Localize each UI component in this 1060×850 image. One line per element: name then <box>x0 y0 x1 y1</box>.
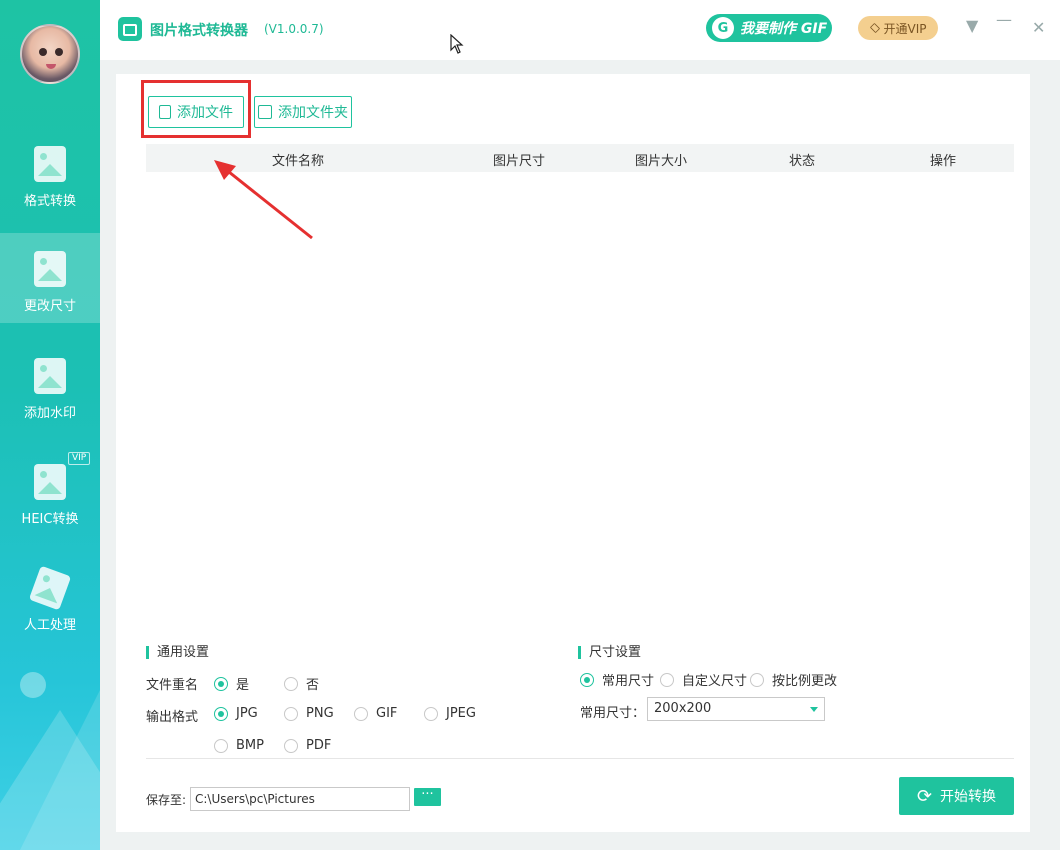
refresh-icon: ⟳ <box>916 785 933 807</box>
app-title: 图片格式转换器 <box>150 23 248 39</box>
format-png-radio[interactable]: PNG <box>284 706 334 721</box>
add-folder-icon <box>258 105 272 119</box>
make-gif-label: 我要制作 GIF <box>740 21 828 37</box>
size-custom-radio[interactable]: 自定义尺寸 <box>660 670 747 689</box>
app-logo-icon <box>118 17 142 41</box>
sidebar-item-label: HEIC转换 <box>21 512 79 527</box>
mouse-cursor-icon <box>450 34 464 54</box>
image-icon <box>34 358 66 394</box>
image-sparkle-icon <box>28 565 72 611</box>
start-convert-button[interactable]: ⟳ 开始转换 <box>899 777 1014 815</box>
avatar-eye <box>39 48 47 56</box>
radio-label: GIF <box>376 706 398 721</box>
save-path-input[interactable] <box>190 787 410 811</box>
sidebar-item-label: 添加水印 <box>23 406 76 421</box>
radio-dot <box>284 706 298 721</box>
column-header-dimensions: 图片尺寸 <box>493 154 546 169</box>
chevron-down-icon <box>810 707 818 712</box>
radio-dot <box>214 676 228 691</box>
radio-label: BMP <box>236 738 264 753</box>
common-size-select[interactable]: 200x200 <box>647 697 825 721</box>
avatar[interactable] <box>20 24 80 84</box>
column-header-actions: 操作 <box>930 154 957 169</box>
sidebar-item-format-convert[interactable]: 格式转换 <box>0 128 100 218</box>
app-version: (V1.0.0.7) <box>264 22 324 36</box>
avatar-eye <box>55 48 63 56</box>
column-header-status: 状态 <box>789 154 816 169</box>
menu-dropdown-icon[interactable]: ▼ <box>966 16 978 35</box>
format-jpg-radio[interactable]: JPG <box>214 706 258 721</box>
image-icon <box>34 251 66 287</box>
open-vip-label: 开通VIP <box>883 21 927 36</box>
common-size-value: 200x200 <box>654 701 712 716</box>
general-settings-title: 通用设置 <box>146 646 209 659</box>
radio-dot <box>214 706 228 721</box>
rename-no-radio[interactable]: 否 <box>284 674 319 693</box>
column-header-filesize: 图片大小 <box>635 154 688 169</box>
decor-mountain <box>0 710 100 850</box>
size-ratio-radio[interactable]: 按比例更改 <box>750 670 837 689</box>
title-bar: 图片格式转换器 (V1.0.0.7) G 我要制作 GIF 开通VIP ▼ — … <box>100 0 1060 60</box>
format-gif-radio[interactable]: GIF <box>354 706 397 721</box>
rename-label: 文件重名 <box>146 678 199 693</box>
radio-label: JPG <box>236 706 258 721</box>
size-common-radio[interactable]: 常用尺寸 <box>580 670 654 689</box>
minimize-icon[interactable]: — <box>996 10 1012 29</box>
browse-folder-button[interactable]: ··· <box>414 788 441 806</box>
sidebar-item-watermark[interactable]: 添加水印 <box>0 340 100 430</box>
radio-label: 否 <box>306 678 320 693</box>
diamond-icon <box>869 22 880 34</box>
radio-dot <box>284 738 298 753</box>
open-vip-button[interactable]: 开通VIP <box>858 16 938 40</box>
rename-yes-radio[interactable]: 是 <box>214 674 249 693</box>
apple-image-icon <box>34 464 66 500</box>
size-settings-title: 尺寸设置 <box>578 646 641 659</box>
radio-dot <box>750 672 764 687</box>
divider <box>146 758 1014 759</box>
format-pdf-radio[interactable]: PDF <box>284 738 331 753</box>
format-bmp-radio[interactable]: BMP <box>214 738 264 753</box>
radio-label: 自定义尺寸 <box>682 674 748 689</box>
gif-logo-icon: G <box>712 17 734 39</box>
annotation-arrow <box>214 160 313 240</box>
start-convert-label: 开始转换 <box>940 789 997 805</box>
sidebar-item-label: 更改尺寸 <box>23 299 76 314</box>
radio-dot <box>284 676 298 691</box>
common-size-label: 常用尺寸： <box>580 706 646 721</box>
radio-dot <box>424 706 438 721</box>
format-jpeg-radio[interactable]: JPEG <box>424 706 476 721</box>
radio-label: PNG <box>306 706 334 721</box>
main-panel: 添加文件 添加文件夹 文件名称 图片尺寸 图片大小 状态 操作 通用设置 文件重… <box>116 74 1030 832</box>
sidebar-item-manual[interactable]: 人工处理 <box>0 552 100 642</box>
highlight-box <box>141 80 251 138</box>
radio-label: 常用尺寸 <box>602 674 655 689</box>
sidebar-item-resize[interactable]: 更改尺寸 <box>0 233 100 323</box>
radio-label: 是 <box>236 678 250 693</box>
radio-dot <box>660 672 674 687</box>
radio-dot <box>354 706 368 721</box>
radio-dot <box>214 738 228 753</box>
sidebar-item-label: 人工处理 <box>23 618 76 633</box>
save-to-label: 保存至: <box>146 793 187 807</box>
output-format-label: 输出格式 <box>146 710 199 725</box>
image-icon <box>34 146 66 182</box>
radio-label: PDF <box>306 738 332 753</box>
add-folder-label: 添加文件夹 <box>278 105 348 121</box>
add-folder-button[interactable]: 添加文件夹 <box>254 96 352 128</box>
avatar-mouth <box>46 64 56 69</box>
vip-badge: VIP <box>68 452 91 465</box>
radio-dot <box>580 672 594 687</box>
sidebar-item-label: 格式转换 <box>23 194 76 209</box>
radio-label: JPEG <box>446 706 476 721</box>
radio-label: 按比例更改 <box>772 674 838 689</box>
close-icon[interactable]: ✕ <box>1032 18 1045 37</box>
make-gif-button[interactable]: G 我要制作 GIF <box>706 14 832 42</box>
sidebar: 格式转换 更改尺寸 添加水印 HEIC转换 VIP 人工处理 <box>0 0 100 850</box>
